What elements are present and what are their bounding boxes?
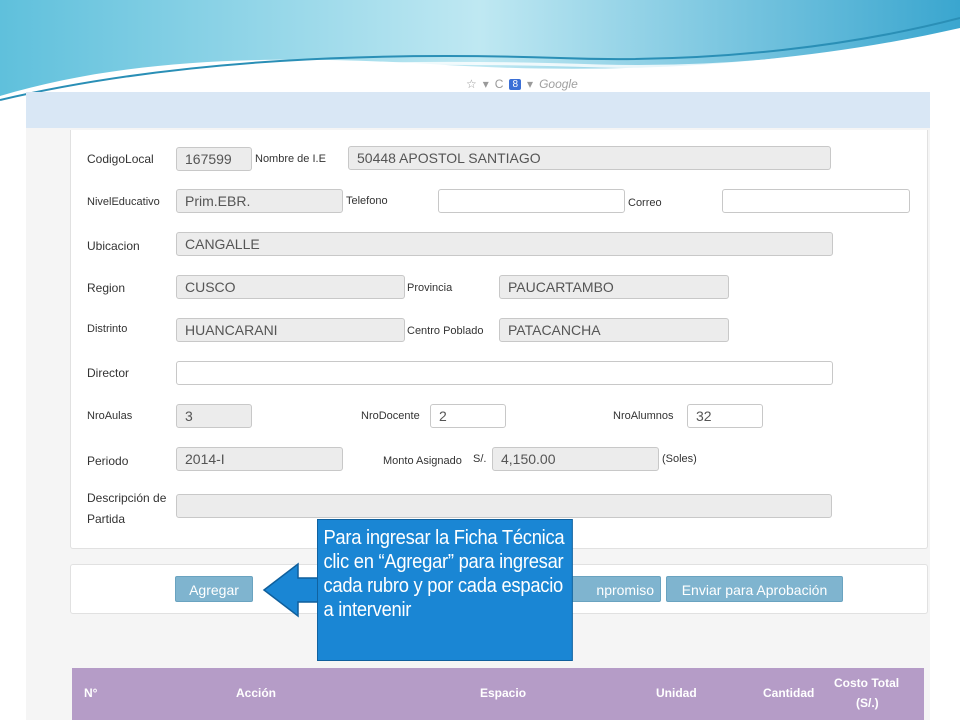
col-costo-total-line1: Costo Total: [834, 676, 900, 690]
nombre-ie-field: 50448 APOSTOL SANTIAGO: [348, 146, 831, 170]
monto-asignado-field: 4,150.00: [492, 447, 659, 471]
instruction-callout: Para ingresar la Ficha Técnica clic en “…: [317, 519, 573, 661]
provincia-label: Provincia: [407, 282, 453, 294]
periodo-label: Periodo: [87, 454, 129, 468]
centro-poblado-field: PATACANCHA: [499, 318, 729, 342]
compromiso-button[interactable]: npromiso: [560, 576, 661, 602]
col-accion: Acción: [236, 686, 277, 700]
table-header: N° Acción Espacio Unidad Cantidad Costo …: [72, 668, 924, 720]
search-dropdown-icon[interactable]: ▾: [527, 77, 533, 91]
descripcion-label-line2: Partida: [87, 512, 126, 526]
distrito-label: Distrinto: [87, 323, 128, 335]
nro-docente-input[interactable]: 2: [430, 404, 506, 428]
enviar-aprobacion-button[interactable]: Enviar para Aprobación: [666, 576, 843, 602]
monto-currency-label: S/.: [473, 453, 487, 465]
browser-toolbar-fragment: ☆ ▾ C 8 ▾ Google: [466, 76, 578, 92]
monto-asignado-label: Monto Asignado: [383, 455, 462, 467]
director-input[interactable]: [176, 361, 833, 385]
monto-unit-label: (Soles): [662, 453, 697, 465]
star-icon[interactable]: ☆: [466, 77, 477, 91]
centro-poblado-label: Centro Poblado: [407, 325, 484, 337]
nro-aulas-field: 3: [176, 404, 252, 428]
col-cantidad: Cantidad: [763, 686, 815, 700]
callout-arrow-icon: [262, 562, 320, 618]
codigo-local-label: CodigoLocal: [87, 152, 154, 166]
google-search-icon[interactable]: 8: [509, 78, 522, 90]
codigo-local-field: 167599: [176, 147, 252, 171]
region-label: Region: [87, 281, 126, 295]
correo-input[interactable]: [722, 189, 910, 213]
provincia-field: PAUCARTAMBO: [499, 275, 729, 299]
col-unidad: Unidad: [656, 686, 697, 700]
nro-alumnos-input[interactable]: 32: [687, 404, 763, 428]
telefono-input[interactable]: [438, 189, 625, 213]
nro-aulas-label: NroAulas: [87, 410, 133, 422]
nro-docente-label: NroDocente: [361, 410, 420, 422]
app-top-bar: [26, 92, 930, 128]
region-field: CUSCO: [176, 275, 405, 299]
dropdown-icon[interactable]: ▾: [483, 77, 489, 91]
telefono-label: Telefono: [346, 195, 388, 207]
nivel-educativo-label: NivelEducativo: [87, 196, 160, 208]
nombre-ie-label: Nombre de I.E: [255, 153, 326, 165]
distrito-field: HUANCARANI: [176, 318, 405, 342]
col-n: N°: [84, 686, 98, 700]
descripcion-label-line1: Descripción de: [87, 491, 167, 505]
search-engine-label: Google: [539, 77, 578, 91]
ubicacion-field: CANGALLE: [176, 232, 833, 256]
agregar-button[interactable]: Agregar: [175, 576, 253, 602]
nro-alumnos-label: NroAlumnos: [613, 410, 674, 422]
correo-label: Correo: [628, 197, 662, 209]
nivel-educativo-field: Prim.EBR.: [176, 189, 343, 213]
ubicacion-label: Ubicacion: [87, 239, 140, 253]
col-espacio: Espacio: [480, 686, 527, 700]
reload-icon[interactable]: C: [495, 77, 504, 91]
col-costo-total-line2: (S/.): [856, 696, 879, 710]
director-label: Director: [87, 366, 130, 380]
periodo-field: 2014-I: [176, 447, 343, 471]
descripcion-partida-field: [176, 494, 832, 518]
